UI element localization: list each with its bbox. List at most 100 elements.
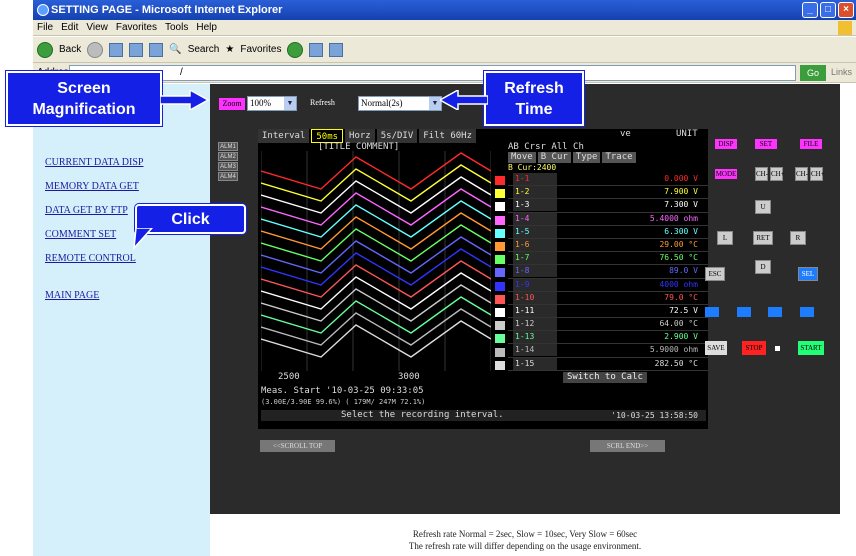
tab-interval[interactable]: Interval: [258, 129, 310, 143]
remote-control-panel: Zoom 100% ▼ Refresh Normal(2s) ▼ ALM1 AL…: [210, 84, 840, 514]
channel-color-swatch: [495, 281, 505, 291]
channel-label: 1-4: [513, 212, 557, 225]
tab-filter[interactable]: Filt 60Hz: [419, 129, 477, 143]
menu-favorites[interactable]: Favorites: [116, 22, 157, 33]
print-icon[interactable]: [329, 42, 344, 57]
channel-value: 79.0 °C: [664, 292, 698, 302]
refresh-icon[interactable]: [129, 42, 144, 57]
refresh-select[interactable]: Normal(2s) ▼: [358, 96, 442, 111]
arrow-right-icon: [160, 90, 210, 110]
favorites-button[interactable]: Favorites: [240, 44, 281, 55]
minimize-button[interactable]: _: [802, 2, 818, 18]
f1-button[interactable]: [705, 307, 719, 317]
sel-button[interactable]: SEL: [798, 267, 818, 281]
stop-button[interactable]: STOP: [742, 341, 766, 355]
sidebar-item-remote-control[interactable]: REMOTE CONTROL: [45, 253, 136, 264]
tab-unit[interactable]: UNIT: [676, 129, 698, 139]
stop-icon[interactable]: [109, 42, 124, 57]
callout-pointer-icon: [133, 228, 154, 250]
back-button[interactable]: Back: [59, 44, 81, 55]
channel-value: 89.0 V: [669, 266, 698, 276]
menu-view[interactable]: View: [86, 22, 108, 33]
search-button[interactable]: Search: [188, 44, 220, 55]
cursor-panel-header: AB Crsr All Ch: [508, 142, 584, 152]
channel-row: 1-3 7.300 V: [508, 199, 708, 213]
tab-b-cur[interactable]: B Cur: [537, 152, 571, 163]
down-button[interactable]: D: [755, 260, 771, 274]
ch-plus-button[interactable]: CH+: [770, 167, 785, 181]
channel-color-swatch: [495, 228, 505, 238]
waveform-trace: [261, 260, 491, 298]
menu-help[interactable]: Help: [196, 22, 217, 33]
channel-color-swatch: [495, 347, 505, 357]
channel-value: 29.00 °C: [659, 239, 698, 249]
f3-button[interactable]: [768, 307, 782, 317]
instrument-screen[interactable]: Interval 50ms Horz 5s/DIV Filt 60Hz ve U…: [258, 129, 708, 429]
chevron-down-icon[interactable]: ▼: [284, 97, 296, 110]
scroll-top-button[interactable]: <<SCROLL TOP: [260, 440, 335, 452]
go-button[interactable]: Go: [800, 65, 826, 81]
disp-button[interactable]: DISP: [715, 139, 737, 149]
channel-value: 0.000 V: [664, 174, 698, 183]
x-tick-label: 2500: [278, 372, 300, 382]
sidebar-item-memory-data-get[interactable]: MEMORY DATA GET: [45, 181, 139, 192]
close-button[interactable]: ×: [838, 2, 854, 18]
sidebar-item-current-data-disp[interactable]: CURRENT DATA DISP: [45, 157, 143, 168]
sidebar-item-data-get-by-ftp[interactable]: DATA GET BY FTP: [45, 205, 128, 216]
windows-logo-icon: [838, 21, 852, 35]
search-icon[interactable]: 🔍: [169, 44, 181, 55]
maximize-button[interactable]: □: [820, 2, 836, 18]
waveform-trace: [261, 284, 491, 322]
menu-file[interactable]: File: [37, 22, 53, 33]
tab-move[interactable]: Move: [508, 152, 536, 163]
address-input[interactable]: /: [69, 65, 796, 81]
home-icon[interactable]: [149, 42, 164, 57]
tab-horz[interactable]: Horz: [345, 129, 375, 143]
window-title: SETTING PAGE - Microsoft Internet Explor…: [51, 4, 283, 16]
f2-button[interactable]: [737, 307, 751, 317]
favorites-icon[interactable]: ★: [225, 44, 234, 55]
channel-label: 1-11: [513, 304, 557, 317]
set-button[interactable]: SET: [755, 139, 777, 149]
ch-minus-button[interactable]: CH-: [755, 167, 768, 181]
right-button[interactable]: R: [790, 231, 806, 245]
mode-button[interactable]: MODE: [715, 169, 737, 179]
start-button[interactable]: START: [798, 341, 824, 355]
forward-arrow-icon[interactable]: [87, 41, 104, 58]
links-label[interactable]: Links: [831, 67, 852, 77]
arrow-left-icon: [440, 90, 488, 110]
mail-icon[interactable]: [309, 42, 324, 57]
up-button[interactable]: U: [755, 200, 771, 214]
tab-time-div[interactable]: 5s/DIV: [376, 129, 418, 143]
back-arrow-icon[interactable]: [37, 41, 53, 58]
sidebar-item-comment-set[interactable]: COMMENT SET: [45, 229, 116, 240]
ch-plus-button-2[interactable]: CH+: [810, 167, 825, 181]
f4-button[interactable]: [800, 307, 814, 317]
alarm-indicator: ALM4: [218, 172, 238, 181]
scroll-end-button[interactable]: SCRL END>>: [590, 440, 665, 452]
zoom-select[interactable]: 100% ▼: [247, 96, 297, 111]
esc-button[interactable]: ESC: [705, 267, 725, 281]
menu-tools[interactable]: Tools: [165, 22, 188, 33]
refresh-label: Refresh: [310, 98, 335, 107]
file-button[interactable]: FILE: [800, 139, 822, 149]
channel-value: 76.50 °C: [659, 253, 698, 263]
channel-value: 282.50 °C: [654, 358, 698, 368]
channel-row: 1-8 89.0 V: [508, 265, 708, 279]
tab-type[interactable]: Type: [572, 152, 601, 163]
menu-edit[interactable]: Edit: [61, 22, 78, 33]
switch-to-calc-button[interactable]: Switch to Calc: [563, 372, 647, 383]
left-button[interactable]: L: [717, 231, 733, 245]
tab-interval-value[interactable]: 50ms: [311, 129, 344, 143]
ret-button[interactable]: RET: [753, 231, 773, 245]
channel-label: 1-10: [513, 291, 557, 304]
channel-value: 6.300 V: [664, 226, 698, 236]
tab-trace[interactable]: Trace: [602, 152, 636, 163]
channel-value: 5.4000 ohm: [649, 213, 698, 223]
channel-color-swatch: [495, 202, 505, 212]
channel-row: 1-6 29.00 °C: [508, 238, 708, 253]
ch-minus-button-2[interactable]: CH-: [795, 167, 808, 181]
save-button[interactable]: SAVE: [705, 341, 727, 355]
sidebar-item-main-page[interactable]: MAIN PAGE: [45, 290, 99, 301]
media-icon[interactable]: [287, 41, 304, 58]
